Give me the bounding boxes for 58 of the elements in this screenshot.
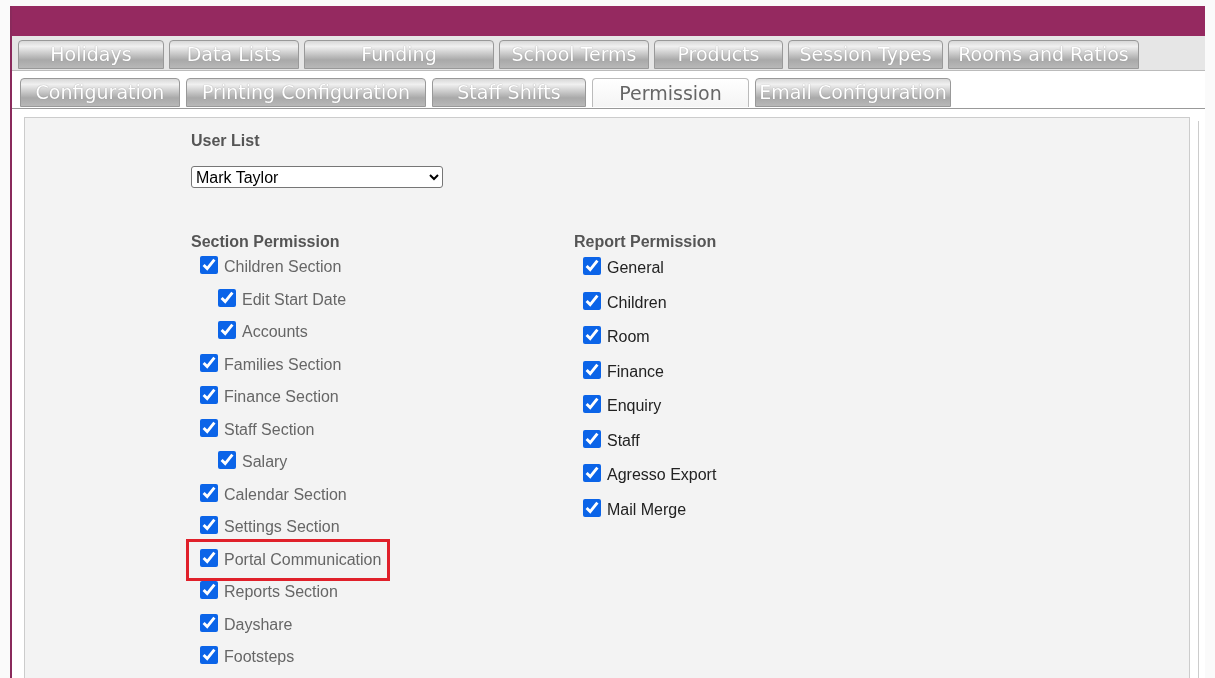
field-label: User List <box>191 132 261 150</box>
checkbox[interactable] <box>583 326 601 345</box>
tab[interactable]: Email Configuration <box>755 78 951 107</box>
section-heading: Report Permission <box>574 233 718 251</box>
checkbox-label: Footsteps <box>224 647 295 668</box>
tab[interactable]: Configuration <box>20 78 180 107</box>
tab[interactable]: School Terms <box>499 40 649 69</box>
checkbox-label: General <box>607 258 664 279</box>
checkbox-label: Mail Merge <box>607 499 687 520</box>
checkbox[interactable] <box>218 451 236 470</box>
checkbox[interactable] <box>583 257 601 276</box>
checkbox-label: Portal Communication <box>224 549 382 570</box>
checkbox-label: Staff <box>607 430 640 451</box>
checkbox-label: Enquiry <box>607 396 662 417</box>
tab[interactable]: Permission <box>592 78 749 107</box>
checkbox[interactable] <box>200 516 218 535</box>
checkbox-label: Finance Section <box>224 387 339 408</box>
checkbox[interactable] <box>200 256 218 275</box>
checkbox-label: Staff Section <box>224 419 315 440</box>
checkbox[interactable] <box>583 395 601 414</box>
checkbox-label: Finance <box>607 361 664 382</box>
tab[interactable]: Printing Configuration <box>186 78 426 107</box>
checkbox[interactable] <box>200 646 218 665</box>
checkbox[interactable] <box>218 288 236 307</box>
checkbox[interactable] <box>200 548 218 567</box>
checkbox-label: Children <box>607 292 667 313</box>
tab[interactable]: Session Types <box>788 40 943 69</box>
tab[interactable]: Data Lists <box>169 40 299 69</box>
checkbox-label: Calendar Section <box>224 484 347 505</box>
checkbox[interactable] <box>200 418 218 437</box>
checkbox-label: Accounts <box>242 322 308 343</box>
checkbox-label: Edit Start Date <box>242 289 347 310</box>
tab[interactable]: Rooms and Ratios <box>948 40 1139 69</box>
checkbox-label: Children Section <box>224 257 342 278</box>
tab[interactable]: Staff Shifts <box>432 78 586 107</box>
checkbox[interactable] <box>200 613 218 632</box>
checkbox[interactable] <box>200 581 218 600</box>
user-dropdown[interactable]: Mark Taylor <box>191 166 443 188</box>
checkbox[interactable] <box>583 360 601 379</box>
checkbox-label: Settings Section <box>224 517 340 538</box>
checkbox[interactable] <box>583 291 601 310</box>
checkbox[interactable] <box>583 498 601 517</box>
checkbox[interactable] <box>200 353 218 372</box>
checkbox-label: Dayshare <box>224 614 293 635</box>
checkbox[interactable] <box>200 386 218 405</box>
tab[interactable]: Products <box>654 40 783 69</box>
checkbox-label: Families Section <box>224 354 342 375</box>
checkbox[interactable] <box>200 483 218 502</box>
tab[interactable]: Holidays <box>18 40 164 69</box>
tab[interactable]: Funding <box>304 40 494 69</box>
checkbox[interactable] <box>218 321 236 340</box>
checkbox[interactable] <box>583 464 601 483</box>
checkbox-label: Agresso Export <box>607 465 717 486</box>
checkbox-label: Salary <box>242 452 288 473</box>
checkbox-label: Room <box>607 327 650 348</box>
checkbox[interactable] <box>583 429 601 448</box>
section-heading: Section Permission <box>191 233 341 251</box>
checkbox-label: Reports Section <box>224 582 338 603</box>
